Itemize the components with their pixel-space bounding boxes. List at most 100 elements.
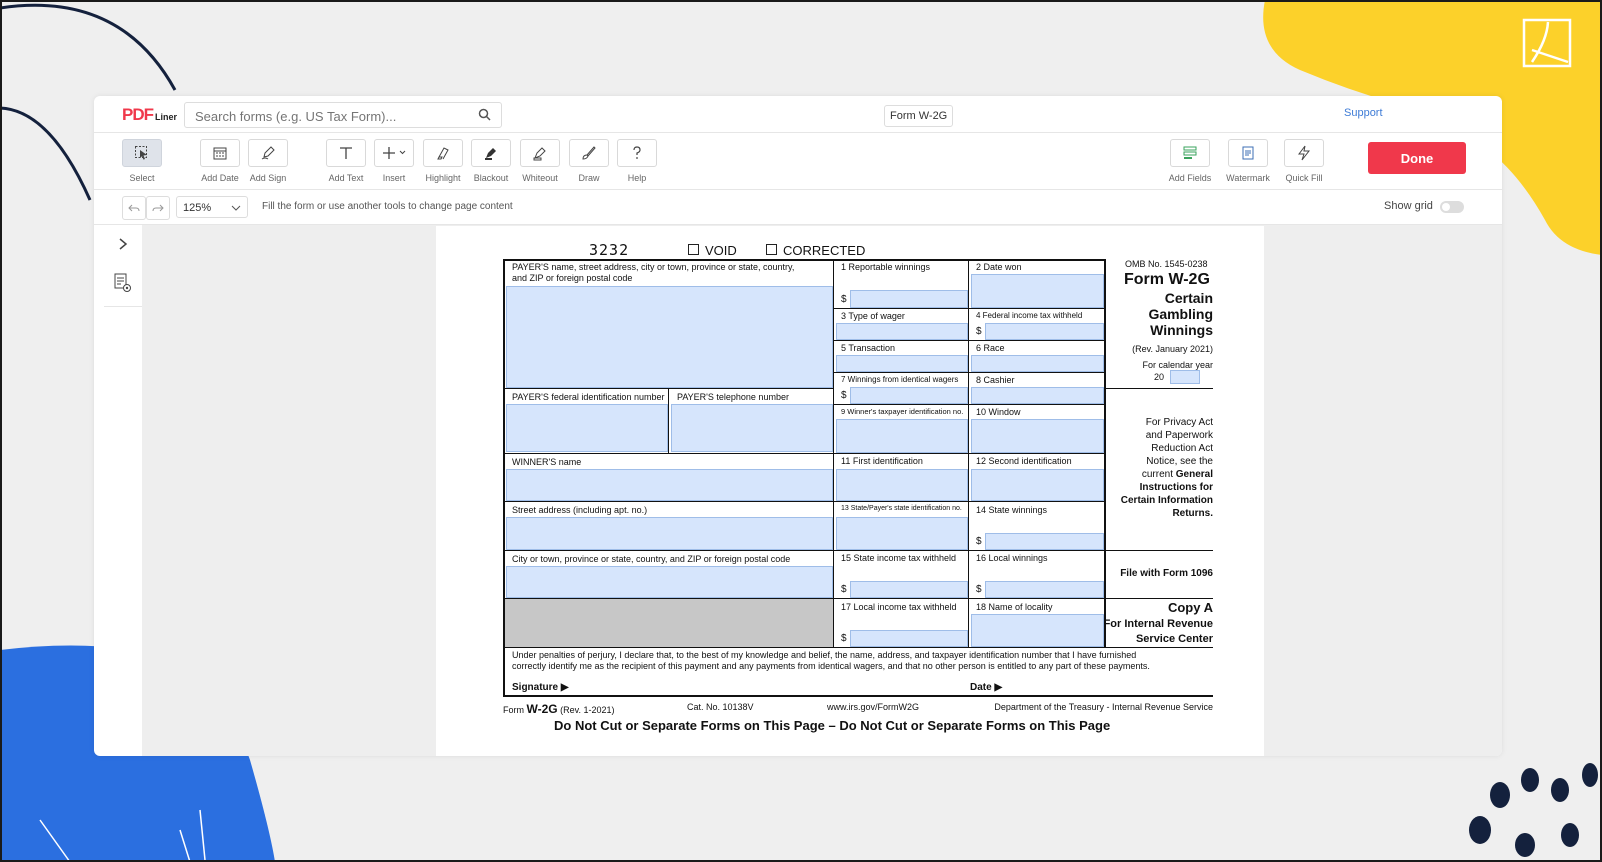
text-icon	[340, 147, 352, 159]
brush-icon	[582, 146, 596, 160]
dollar-sign: $	[841, 584, 847, 595]
privacy-line-5: current General	[1141, 469, 1213, 480]
tool-quick-fill[interactable]: Quick Fill	[1279, 139, 1329, 183]
tool-label: Add Sign	[249, 173, 287, 183]
privacy-line-3: Reduction Act	[1151, 443, 1213, 454]
box4-field[interactable]	[985, 323, 1104, 340]
sub-toolbar: 125% Fill the form or use another tools …	[94, 190, 1502, 225]
box1-label: 1 Reportable winnings	[841, 262, 931, 272]
box3-field[interactable]	[836, 323, 968, 340]
box6-label: 6 Race	[976, 343, 1005, 353]
document-page: 3232 VOID CORRECTED PAYER'S name, street…	[436, 226, 1264, 756]
perjury-line-1: Under penalties of perjury, I declare th…	[512, 650, 1137, 660]
date-label[interactable]: Date ▶	[970, 682, 1002, 693]
tool-add-sign[interactable]: Add Sign	[243, 139, 293, 183]
tool-select[interactable]: Select	[117, 139, 167, 183]
tool-add-fields[interactable]: Add Fields	[1165, 139, 1215, 183]
payer-fein-field[interactable]	[506, 404, 668, 452]
tool-label: Highlight	[425, 173, 461, 183]
calendar-year-field[interactable]	[1170, 370, 1200, 384]
box11-field[interactable]	[836, 469, 968, 501]
dollar-sign: $	[841, 633, 847, 644]
tool-highlight[interactable]: Highlight	[418, 139, 468, 183]
box15-field[interactable]	[850, 581, 968, 598]
tool-blackout[interactable]: Blackout	[466, 139, 516, 183]
undo-button[interactable]	[122, 196, 146, 220]
done-button[interactable]: Done	[1368, 142, 1466, 174]
box9-label: 9 Winner's taxpayer identification no.	[841, 407, 964, 416]
pdfliner-logo[interactable]: PDF Liner	[122, 105, 177, 125]
privacy-line-2: and Paperwork	[1145, 430, 1213, 441]
show-grid-label: Show grid	[1384, 200, 1433, 212]
box9-field[interactable]	[836, 419, 968, 453]
signature-label[interactable]: Signature ▶	[512, 682, 569, 693]
box17-field[interactable]	[850, 630, 968, 647]
box5-field[interactable]	[836, 355, 968, 372]
tool-help[interactable]: Help	[612, 139, 662, 183]
box13-label: 13 State/Payer's state identification no…	[841, 505, 962, 512]
box16-field[interactable]	[985, 581, 1104, 598]
box18-field[interactable]	[971, 614, 1104, 647]
street-field[interactable]	[506, 517, 833, 550]
tool-add-date[interactable]: Add Date	[195, 139, 245, 183]
box12-label: 12 Second identification	[976, 456, 1072, 466]
zoom-select[interactable]: 125%	[176, 196, 248, 218]
winner-name-field[interactable]	[506, 469, 833, 501]
help-icon	[633, 146, 641, 159]
chevron-right-icon[interactable]	[118, 237, 128, 251]
redo-button[interactable]	[146, 196, 170, 220]
tool-label: Blackout	[473, 173, 509, 183]
void-checkbox[interactable]	[688, 244, 699, 255]
corrected-checkbox[interactable]	[766, 244, 777, 255]
tool-label: Add Fields	[1168, 173, 1212, 183]
tool-add-text[interactable]: Add Text	[321, 139, 371, 183]
tool-label: Help	[627, 173, 647, 183]
privacy-line-4: Notice, see the	[1146, 456, 1213, 467]
title-gambling: Gambling	[1148, 306, 1213, 322]
box1-field[interactable]	[850, 290, 968, 308]
undo-icon	[128, 204, 140, 212]
footer-form-id: Form W-2G (Rev. 1-2021)	[503, 702, 615, 716]
dollar-sign: $	[976, 326, 982, 337]
payer-name-field[interactable]	[506, 286, 833, 388]
toolbar: Select Add Date Add Sign Add Text Insert…	[94, 133, 1502, 190]
box7-label: 7 Winnings from identical wagers	[841, 375, 959, 384]
box8-field[interactable]	[971, 387, 1104, 404]
pdfliner-corner-logo-icon	[1520, 14, 1576, 70]
tool-watermark[interactable]: Watermark	[1223, 139, 1273, 183]
privacy-line-8: Returns.	[1172, 508, 1213, 519]
document-canvas: 3232 VOID CORRECTED PAYER'S name, street…	[142, 225, 1502, 756]
dollar-sign: $	[976, 536, 982, 547]
payer-name-label-2: and ZIP or foreign postal code	[512, 273, 633, 283]
city-field[interactable]	[506, 566, 833, 598]
hint-text: Fill the form or use another tools to ch…	[262, 201, 513, 212]
tool-whiteout[interactable]: Whiteout	[515, 139, 565, 183]
page-settings-icon[interactable]	[114, 273, 132, 293]
show-grid-toggle[interactable]	[1440, 201, 1464, 213]
tool-draw[interactable]: Draw	[564, 139, 614, 183]
gray-block	[505, 599, 833, 647]
box13-field[interactable]	[836, 517, 968, 550]
corrected-label: CORRECTED	[783, 243, 866, 258]
box10-field[interactable]	[971, 419, 1104, 453]
box12-field[interactable]	[971, 469, 1104, 501]
box5-label: 5 Transaction	[841, 343, 896, 353]
payer-phone-field[interactable]	[671, 404, 833, 452]
box2-field[interactable]	[971, 274, 1104, 308]
calendar-year-label: For calendar year	[1142, 360, 1213, 370]
dollar-sign: $	[841, 294, 847, 305]
eraser-icon	[533, 147, 546, 161]
box7-field[interactable]	[850, 387, 968, 404]
search-input[interactable]	[193, 106, 467, 126]
highlighter-icon	[437, 147, 449, 160]
tool-insert[interactable]: Insert	[369, 139, 419, 183]
calendar-icon	[213, 147, 227, 160]
payer-name-label-1: PAYER'S name, street address, city or to…	[512, 262, 795, 272]
box14-field[interactable]	[985, 533, 1104, 550]
payer-phone-label: PAYER'S telephone number	[677, 392, 789, 402]
support-link[interactable]: Support	[1344, 107, 1383, 119]
box6-field[interactable]	[971, 355, 1104, 372]
search-icon[interactable]	[478, 108, 491, 121]
tool-label: Add Date	[201, 173, 239, 183]
box10-label: 10 Window	[976, 407, 1021, 417]
